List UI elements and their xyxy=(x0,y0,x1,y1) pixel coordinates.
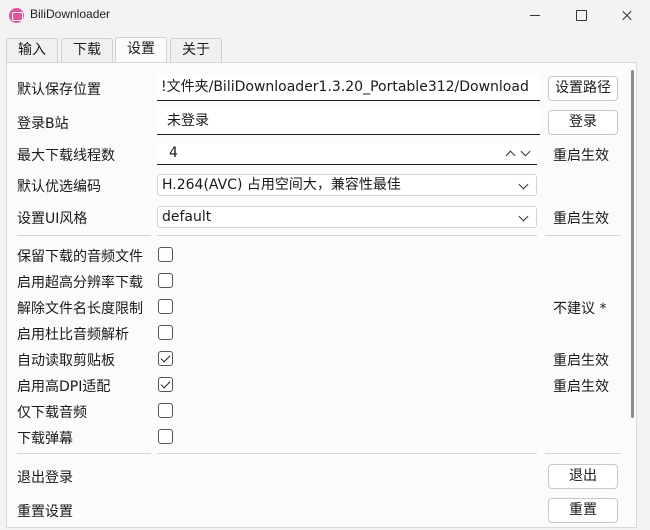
divider xyxy=(157,453,537,454)
danmaku-label: 下载弹幕 xyxy=(17,431,73,447)
window-title: BiliDownloader xyxy=(30,7,111,21)
high-dpi-checkbox[interactable] xyxy=(158,377,173,392)
ui-style-selected-value: default xyxy=(162,209,212,225)
divider xyxy=(545,453,621,454)
codec-label: 默认优选编码 xyxy=(17,179,101,195)
danmaku-checkbox[interactable] xyxy=(158,429,173,444)
auto-clipboard-checkbox[interactable] xyxy=(158,351,173,366)
max-threads-spinbox[interactable]: 4 xyxy=(157,143,537,165)
maximize-button[interactable] xyxy=(558,0,604,32)
divider xyxy=(17,235,151,236)
dpi-restart-note: 重启生效 xyxy=(553,379,609,395)
ui-style-label: 设置UI风格 xyxy=(17,211,88,227)
chevron-down-icon xyxy=(518,179,529,190)
title-bar: BiliDownloader xyxy=(0,0,650,32)
clipboard-restart-note: 重启生效 xyxy=(553,353,609,369)
keep-audio-checkbox[interactable] xyxy=(158,247,173,262)
max-threads-label: 最大下载线程数 xyxy=(17,148,115,164)
login-label: 登录B站 xyxy=(17,116,69,132)
decrement-icon[interactable] xyxy=(520,146,531,157)
logout-label: 退出登录 xyxy=(17,470,73,486)
audio-only-label: 仅下载音频 xyxy=(17,405,87,421)
keep-audio-label: 保留下载的音频文件 xyxy=(17,249,143,265)
settings-panel: 默认保存位置 !文件夹/BiliDownloader1.3.20_Portabl… xyxy=(6,62,637,528)
max-threads-value: 4 xyxy=(169,145,178,161)
ui-style-select[interactable]: default xyxy=(157,206,537,228)
dolby-audio-label: 启用杜比音频解析 xyxy=(17,327,129,343)
close-button[interactable] xyxy=(604,0,650,32)
audio-only-checkbox[interactable] xyxy=(158,403,173,418)
divider xyxy=(545,235,621,236)
ultra-hd-checkbox[interactable] xyxy=(158,273,173,288)
login-button[interactable]: 登录 xyxy=(548,110,618,135)
threads-restart-note: 重启生效 xyxy=(553,148,609,164)
tab-about[interactable]: 关于 xyxy=(170,38,222,62)
save-path-label: 默认保存位置 xyxy=(17,82,101,98)
auto-clipboard-label: 自动读取剪贴板 xyxy=(17,353,115,369)
divider xyxy=(17,453,151,454)
codec-selected-value: H.264(AVC) 占用空间大，兼容性最佳 xyxy=(162,177,401,193)
codec-select[interactable]: H.264(AVC) 占用空间大，兼容性最佳 xyxy=(157,174,537,196)
reset-label: 重置设置 xyxy=(17,504,73,520)
increment-icon[interactable] xyxy=(505,150,516,161)
vertical-scrollbar[interactable] xyxy=(631,70,634,418)
set-path-button[interactable]: 设置路径 xyxy=(548,76,618,101)
minimize-button[interactable] xyxy=(512,0,558,32)
bilibili-app-icon xyxy=(9,8,24,23)
tab-input[interactable]: 输入 xyxy=(6,38,58,62)
chevron-down-icon xyxy=(518,211,529,222)
reset-button[interactable]: 重置 xyxy=(548,498,618,523)
dolby-audio-checkbox[interactable] xyxy=(158,325,173,340)
high-dpi-label: 启用高DPI适配 xyxy=(17,379,111,395)
not-recommended-note: 不建议 * xyxy=(553,301,607,317)
filename-limit-label: 解除文件名长度限制 xyxy=(17,301,143,317)
ultra-hd-label: 启用超高分辨率下载 xyxy=(17,275,143,291)
tab-download[interactable]: 下载 xyxy=(61,38,113,62)
logout-button[interactable]: 退出 xyxy=(548,464,618,489)
tab-settings[interactable]: 设置 xyxy=(115,37,167,63)
save-path-field[interactable]: !文件夹/BiliDownloader1.3.20_Portable312/Do… xyxy=(157,74,540,101)
login-status-field[interactable]: 未登录 xyxy=(157,108,540,135)
divider xyxy=(157,235,537,236)
filename-limit-checkbox[interactable] xyxy=(158,299,173,314)
ui-style-restart-note: 重启生效 xyxy=(553,211,609,227)
